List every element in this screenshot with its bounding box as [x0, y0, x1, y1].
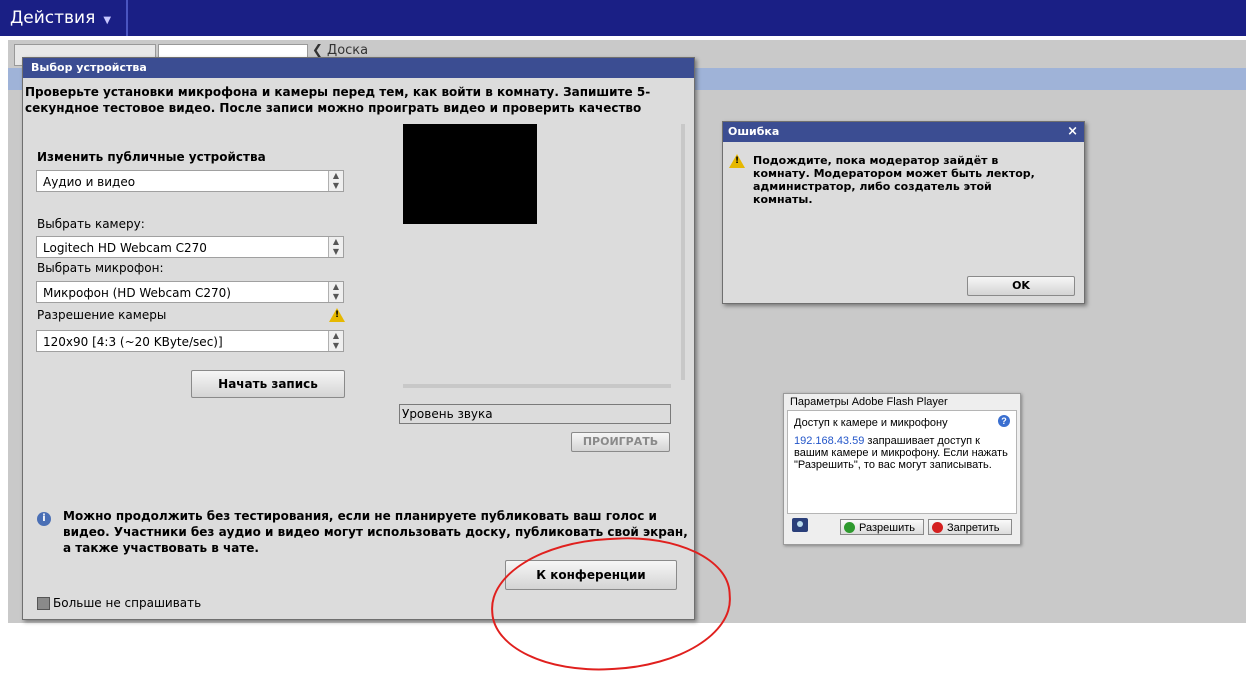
flash-body: 192.168.43.59 запрашивает доступ к вашим… [794, 435, 1008, 471]
allow-label: Разрешить [859, 522, 915, 534]
public-devices-value: Аудио и видео [43, 175, 136, 189]
deny-icon [932, 522, 943, 533]
camera-select[interactable]: Logitech HD Webcam C270 ▲ ▼ [36, 236, 344, 258]
flash-title: Параметры Adobe Flash Player [790, 396, 948, 408]
deny-button[interactable]: Запретить [928, 519, 1012, 535]
chevron-down-icon: ▼ [103, 15, 112, 26]
stepper-icon: ▲ ▼ [328, 282, 343, 302]
public-devices-label: Изменить публичные устройства [37, 150, 266, 164]
camera-label: Выбрать камеру: [37, 217, 145, 231]
vertical-scrollbar[interactable] [681, 124, 685, 380]
error-dialog-title: Ошибка × [723, 122, 1084, 142]
dont-ask-label: Больше не спрашивать [53, 596, 202, 610]
error-message: Подождите, пока модератор зайдёт в комна… [753, 154, 1035, 206]
resolution-select[interactable]: 120x90 [4:3 (~20 KByte/sec)] ▲ ▼ [36, 330, 344, 352]
top-bar: Действия ▼ [0, 0, 1246, 36]
video-preview [403, 124, 537, 224]
info-icon: i [37, 512, 51, 526]
stepper-icon: ▲ ▼ [328, 237, 343, 257]
device-dialog-title: Выбор устройства [23, 58, 694, 78]
allow-button[interactable]: Разрешить [840, 519, 924, 535]
camera-value: Logitech HD Webcam C270 [43, 241, 207, 255]
dont-ask-checkbox[interactable] [37, 597, 50, 610]
resolution-value: 120x90 [4:3 (~20 KByte/sec)] [43, 335, 223, 349]
device-dialog: Выбор устройства Проверьте установки мик… [22, 57, 735, 676]
check-icon [844, 522, 855, 533]
sound-level-bar: Уровень звука [399, 404, 671, 424]
flash-heading: Доступ к камере и микрофону [794, 417, 948, 429]
mic-value: Микрофон (HD Webcam C270) [43, 286, 231, 300]
play-button[interactable]: ПРОИГРАТЬ [571, 432, 670, 452]
public-devices-select[interactable]: Аудио и видео ▲ ▼ [36, 170, 344, 192]
camera-icon[interactable] [792, 518, 808, 532]
flash-content-box: Доступ к камере и микрофону ? 192.168.43… [787, 410, 1017, 514]
warning-icon: ! [329, 308, 345, 322]
actions-menu-label: Действия [10, 8, 96, 28]
mic-label: Выбрать микрофон: [37, 261, 164, 275]
resolution-label: Разрешение камеры [37, 308, 167, 322]
ok-button[interactable]: OK [967, 276, 1075, 296]
close-icon[interactable]: × [1067, 122, 1078, 142]
flash-settings-dialog: Параметры Adobe Flash Player Доступ к ка… [783, 393, 1021, 545]
tab-board[interactable]: ❮ Доска [312, 43, 368, 58]
stepper-icon: ▲ ▼ [328, 331, 343, 351]
error-dialog: Ошибка × ! Подождите, пока модератор зай… [722, 121, 1085, 304]
mic-select[interactable]: Микрофон (HD Webcam C270) ▲ ▼ [36, 281, 344, 303]
start-record-button[interactable]: Начать запись [191, 370, 345, 398]
flash-ip: 192.168.43.59 [794, 435, 865, 447]
actions-menu[interactable]: Действия ▼ [0, 0, 128, 36]
warning-icon: ! [729, 154, 745, 168]
error-title-text: Ошибка [728, 125, 780, 138]
deny-label: Запретить [947, 522, 1000, 534]
horizontal-scrollbar[interactable] [403, 384, 671, 388]
help-icon[interactable]: ? [998, 415, 1010, 427]
device-dialog-intro: Проверьте установки микрофона и камеры п… [25, 85, 651, 115]
stepper-icon: ▲ ▼ [328, 171, 343, 191]
